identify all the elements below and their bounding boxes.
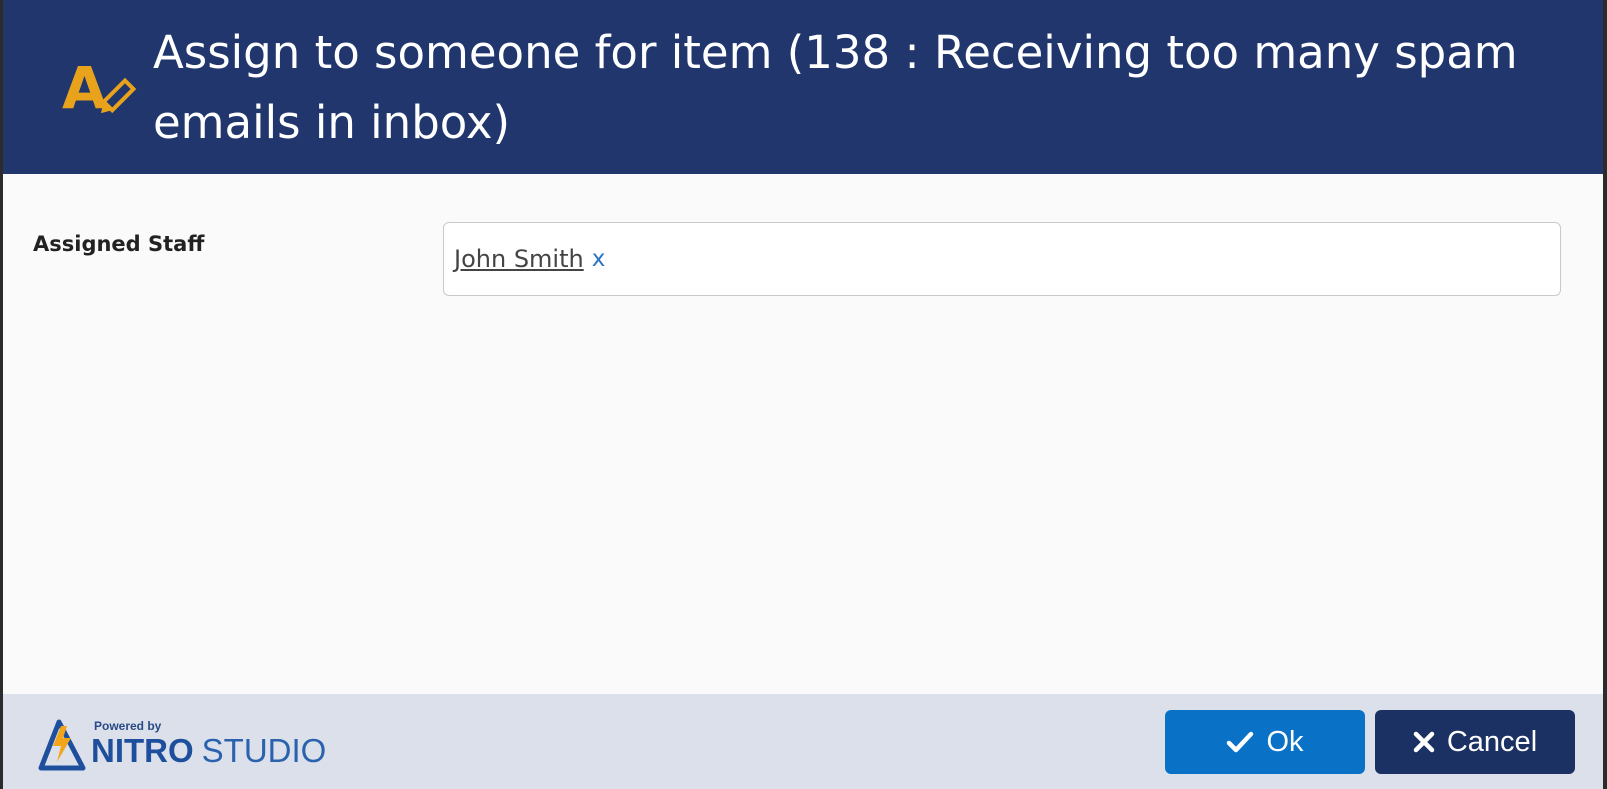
ok-button[interactable]: Ok xyxy=(1165,710,1365,774)
brand-name-light: STUDIO xyxy=(201,732,327,769)
brand-name: NITRO STUDIO xyxy=(91,732,326,770)
assigned-staff-label: Assigned Staff xyxy=(33,232,205,256)
dialog-footer: Powered by NITRO STUDIO Ok Cancel xyxy=(3,694,1603,789)
powered-by-branding: Powered by NITRO STUDIO xyxy=(37,716,337,776)
rename-icon: A xyxy=(62,54,137,120)
powered-by-text: Powered by xyxy=(94,719,162,733)
close-icon xyxy=(1413,731,1435,753)
cancel-button[interactable]: Cancel xyxy=(1375,710,1575,774)
nitro-logo-icon xyxy=(38,719,86,771)
assigned-staff-token[interactable]: John Smith xyxy=(454,245,584,273)
cancel-button-label: Cancel xyxy=(1446,725,1538,758)
dialog-header: A Assign to someone for item (138 : Rece… xyxy=(3,0,1603,174)
checkmark-icon xyxy=(1227,731,1254,753)
dialog-body: Assigned Staff John Smith x xyxy=(3,174,1603,694)
remove-token-button[interactable]: x xyxy=(592,246,606,272)
ok-button-label: Ok xyxy=(1266,725,1304,758)
brand-name-bold: NITRO xyxy=(91,732,194,769)
dialog-title: Assign to someone for item (138 : Receiv… xyxy=(153,26,1518,149)
svg-text:A: A xyxy=(62,54,107,120)
assign-dialog: A Assign to someone for item (138 : Rece… xyxy=(3,0,1603,789)
assigned-staff-picker[interactable]: John Smith x xyxy=(443,222,1561,296)
